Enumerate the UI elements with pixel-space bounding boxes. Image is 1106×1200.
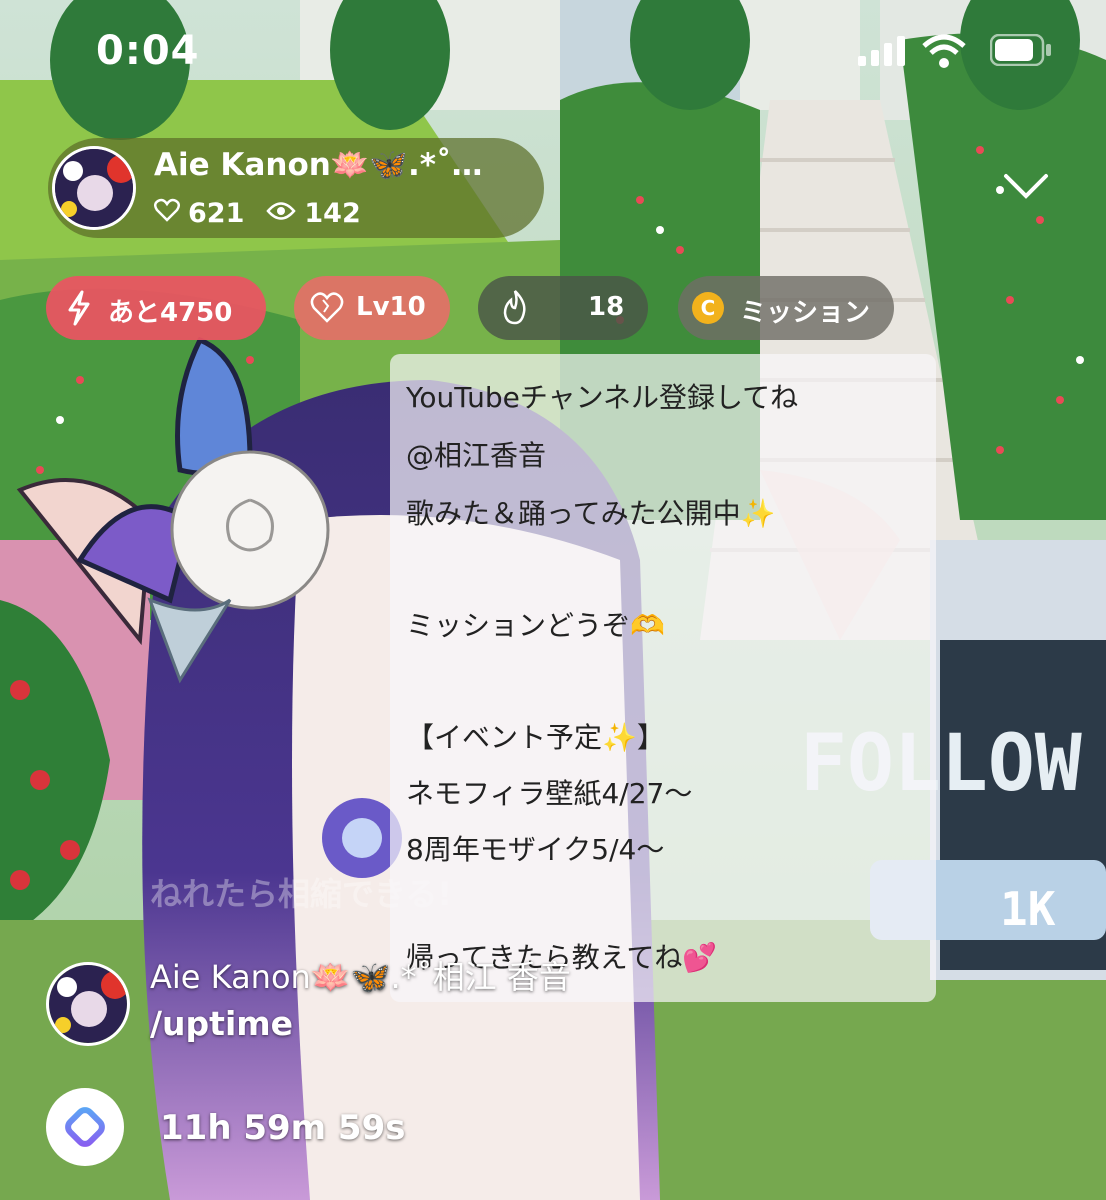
- stream-notice-panel: YouTubeチャンネル登録してね @相江香音 歌みた＆踊ってみた公開中✨ ミッ…: [390, 354, 936, 1002]
- viewers-stat: 142: [266, 198, 361, 229]
- notice-line: 【イベント予定✨】: [406, 721, 665, 754]
- boost-chip[interactable]: あと4750: [46, 276, 266, 340]
- bot-avatar[interactable]: [46, 1088, 124, 1166]
- wifi-icon: [922, 34, 966, 72]
- notice-line: 歌みた＆踊ってみた公開中✨: [406, 497, 776, 530]
- lightning-icon: [66, 290, 92, 333]
- host-avatar[interactable]: [52, 146, 136, 230]
- mission-label: ミッション: [740, 298, 871, 328]
- fire-count: 18: [588, 292, 625, 322]
- chat-username[interactable]: Aie Kanon🪷🦋.*˚相江 香音: [150, 952, 571, 998]
- cellular-signal-icon: [858, 36, 908, 70]
- chevron-down-icon[interactable]: [1002, 172, 1050, 206]
- host-stats: 621 142: [154, 198, 361, 229]
- eye-icon: [266, 198, 297, 229]
- notice-line: ミッションどうぞ🫶: [406, 609, 665, 642]
- chat-avatar[interactable]: [46, 962, 130, 1046]
- level-chip[interactable]: Lv10: [294, 276, 450, 340]
- host-name: Aie Kanon🪷🦋.*˚…: [154, 147, 483, 183]
- mission-chip[interactable]: C ミッション: [678, 276, 894, 340]
- notice-line: 8周年モザイク5/4〜: [406, 833, 665, 866]
- notice-line: @相江香音: [406, 439, 547, 472]
- host-profile-pill[interactable]: Aie Kanon🪷🦋.*˚… 621 142: [48, 138, 544, 238]
- likes-stat: 621: [154, 198, 244, 229]
- bot-message: 11h 59m 59s: [160, 1108, 406, 1148]
- coin-icon: C: [692, 292, 724, 324]
- chat-message: /uptime: [150, 1004, 294, 1043]
- heart-level-icon: [310, 290, 344, 331]
- fire-chip[interactable]: 18: [478, 276, 648, 340]
- status-time: 0:04: [96, 28, 200, 74]
- level-label: Lv10: [356, 292, 426, 322]
- viewers-count: 142: [304, 198, 361, 229]
- flame-icon: [500, 288, 530, 333]
- notice-line: ネモフィラ壁紙4/27〜: [406, 777, 693, 810]
- boost-label: あと4750: [108, 298, 233, 328]
- status-bar: 0:04: [0, 0, 1106, 100]
- battery-icon: [989, 33, 1052, 70]
- notice-line: YouTubeチャンネル登録してね: [406, 381, 799, 414]
- heart-icon: [154, 198, 180, 229]
- follow-counter-text: 1K: [1000, 882, 1056, 936]
- bot-logo-icon: [63, 1105, 107, 1153]
- likes-count: 621: [188, 198, 245, 229]
